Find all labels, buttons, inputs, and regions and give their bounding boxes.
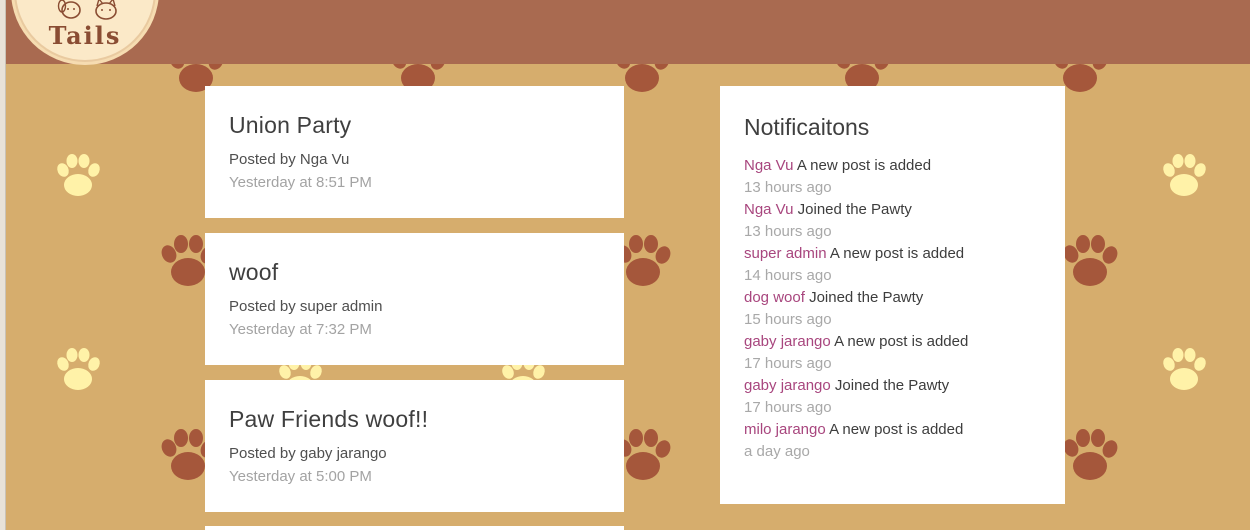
notification-time: 17 hours ago	[744, 355, 832, 372]
post-timestamp: Yesterday at 8:51 PM	[229, 174, 372, 191]
paw-print-icon	[1060, 235, 1121, 286]
notification-item: Nga Vu A new post is added 13 hours ago	[744, 155, 1041, 199]
notifications-title: Notificaitons	[744, 114, 870, 140]
paw-print-icon	[1161, 154, 1208, 196]
posted-by-label: Posted by	[229, 298, 296, 315]
window-edge-strip	[0, 0, 6, 530]
notification-user-link[interactable]: super admin	[744, 245, 827, 262]
notification-action: A new post is added	[834, 333, 969, 350]
notification-user-link[interactable]: Nga Vu	[744, 201, 793, 218]
post-author: super admin	[299, 298, 383, 315]
notification-item: dog woof Joined the Pawty 15 hours ago	[744, 287, 1041, 331]
notification-user-link[interactable]: Nga Vu	[744, 157, 793, 174]
notification-item: Nga Vu Joined the Pawty 13 hours ago	[744, 199, 1041, 243]
post-author-line: Posted by super admin	[229, 298, 600, 315]
notification-item: super admin A new post is added 14 hours…	[744, 243, 1041, 287]
notification-time: a day ago	[744, 443, 810, 460]
post-card-partial[interactable]	[205, 526, 624, 530]
notification-time: 14 hours ago	[744, 267, 832, 284]
posted-by-label: Posted by	[229, 151, 296, 168]
post-author: Nga Vu	[299, 151, 350, 168]
notification-action: Joined the Pawty	[809, 289, 924, 306]
post-timestamp: Yesterday at 5:00 PM	[229, 468, 372, 485]
post-card[interactable]: Union Party Posted by Nga Vu Yesterday a…	[205, 86, 624, 218]
post-timestamp: Yesterday at 7:32 PM	[229, 321, 372, 338]
notification-user-link[interactable]: dog woof	[744, 289, 805, 306]
notification-action: A new post is added	[796, 157, 932, 174]
notification-action: Joined the Pawty	[797, 201, 912, 218]
notification-time: 17 hours ago	[744, 399, 832, 416]
post-title[interactable]: Union Party	[229, 112, 600, 139]
paw-print-icon	[55, 154, 102, 196]
notification-item: milo jarango A new post is added a day a…	[744, 419, 1041, 463]
notification-time: 13 hours ago	[744, 223, 832, 240]
post-card[interactable]: Paw Friends woof!! Posted by gaby jarang…	[205, 380, 624, 512]
notification-action: A new post is added	[829, 245, 965, 262]
post-card[interactable]: woof Posted by super admin Yesterday at …	[205, 233, 624, 365]
post-title[interactable]: woof	[229, 259, 600, 286]
notification-user-link[interactable]: gaby jarango	[744, 333, 831, 350]
notification-time: 15 hours ago	[744, 311, 832, 328]
post-author: gaby jarango	[299, 445, 387, 462]
notifications-panel: Notificaitons Nga Vu A new post is added…	[720, 86, 1065, 504]
dog-face-icon	[57, 0, 81, 19]
notification-action: A new post is added	[829, 421, 964, 438]
notification-action: Joined the Pawty	[834, 377, 950, 394]
post-author-line: Posted by Nga Vu	[229, 151, 600, 168]
post-author-line: Posted by gaby jarango	[229, 445, 600, 462]
paw-print-icon	[1161, 348, 1208, 390]
paw-print-icon	[55, 348, 102, 390]
posted-by-label: Posted by	[229, 445, 296, 462]
notification-user-link[interactable]: milo jarango	[744, 421, 826, 438]
notification-time: 13 hours ago	[744, 179, 832, 196]
notification-item: gaby jarango A new post is added 17 hour…	[744, 331, 1041, 375]
post-title[interactable]: Paw Friends woof!!	[229, 406, 600, 433]
top-header-bar	[5, 0, 1250, 64]
paw-print-icon	[1060, 429, 1121, 480]
notification-item: gaby jarango Joined the Pawty 17 hours a…	[744, 375, 1041, 419]
notification-user-link[interactable]: gaby jarango	[744, 377, 831, 394]
cat-face-icon	[95, 0, 117, 20]
logo-text: Tails	[48, 21, 122, 50]
page-root: Tails Union Party Posted by Nga Vu Yeste…	[0, 0, 1250, 530]
